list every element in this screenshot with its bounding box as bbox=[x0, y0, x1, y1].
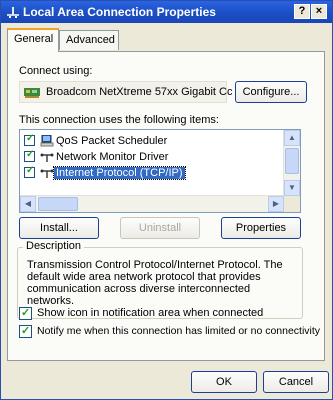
uninstall-label: Uninstall bbox=[138, 222, 182, 234]
configure-label: Configure... bbox=[242, 86, 300, 98]
vertical-scrollbar[interactable]: ▲ ▼ bbox=[283, 130, 300, 196]
title-bar[interactable]: Local Area Connection Properties ? × bbox=[1, 1, 332, 23]
connect-using-label: Connect using: bbox=[19, 65, 93, 77]
horizontal-scrollbar[interactable]: ◀ ▶ bbox=[20, 195, 284, 212]
tcpip-checkbox[interactable] bbox=[24, 165, 35, 178]
description-text: Transmission Control Protocol/Internet P… bbox=[27, 259, 283, 307]
adapter-field: Broadcom NetXtreme 57xx Gigabit Cc bbox=[19, 81, 232, 103]
description-label: Description bbox=[23, 240, 85, 252]
scroll-right-arrow-icon[interactable]: ▶ bbox=[268, 196, 284, 212]
protocol-icon bbox=[40, 169, 54, 178]
service-icon bbox=[40, 135, 54, 147]
qos-checkbox[interactable] bbox=[24, 133, 35, 146]
network-adapter-icon bbox=[24, 88, 40, 98]
window-title: Local Area Connection Properties bbox=[23, 5, 216, 19]
configure-button[interactable]: Configure... bbox=[235, 81, 307, 103]
list-item-qos[interactable]: QoS Packet Scheduler bbox=[24, 133, 288, 149]
list-item-network-monitor[interactable]: Network Monitor Driver bbox=[24, 149, 288, 165]
ok-label: OK bbox=[216, 376, 232, 388]
notify-label[interactable]: Notify me when this connection has limit… bbox=[37, 325, 320, 337]
cancel-label: Cancel bbox=[278, 376, 314, 388]
install-label: Install... bbox=[40, 222, 78, 234]
network-monitor-label: Network Monitor Driver bbox=[56, 151, 169, 163]
scroll-corner bbox=[284, 196, 300, 212]
tab-general[interactable]: General bbox=[7, 28, 59, 52]
network-monitor-checkbox[interactable] bbox=[24, 149, 35, 162]
close-button[interactable]: × bbox=[311, 4, 327, 19]
network-connection-icon bbox=[7, 7, 19, 18]
install-button[interactable]: Install... bbox=[19, 217, 99, 239]
scroll-up-arrow-icon[interactable]: ▲ bbox=[284, 130, 300, 146]
list-item-tcpip[interactable]: Internet Protocol (TCP/IP) bbox=[24, 165, 288, 181]
vertical-scroll-thumb[interactable] bbox=[285, 148, 299, 174]
items-label: This connection uses the following items… bbox=[19, 114, 219, 126]
properties-dialog: Local Area Connection Properties ? × Gen… bbox=[0, 0, 333, 400]
help-button[interactable]: ? bbox=[294, 4, 310, 19]
properties-button[interactable]: Properties bbox=[221, 217, 301, 239]
uninstall-button[interactable]: Uninstall bbox=[120, 217, 200, 239]
notify-checkbox[interactable] bbox=[19, 324, 32, 338]
tcpip-label: Internet Protocol (TCP/IP) bbox=[53, 166, 186, 180]
cancel-button[interactable]: Cancel bbox=[263, 371, 329, 393]
protocol-icon bbox=[40, 153, 54, 162]
adapter-name: Broadcom NetXtreme 57xx Gigabit Cc bbox=[46, 86, 233, 98]
horizontal-scroll-thumb[interactable] bbox=[38, 197, 78, 211]
show-icon-label[interactable]: Show icon in notification area when conn… bbox=[37, 307, 263, 319]
qos-label: QoS Packet Scheduler bbox=[56, 135, 168, 147]
ok-button[interactable]: OK bbox=[191, 371, 257, 393]
tab-advanced[interactable]: Advanced bbox=[59, 30, 119, 50]
scroll-left-arrow-icon[interactable]: ◀ bbox=[20, 196, 36, 212]
scroll-down-arrow-icon[interactable]: ▼ bbox=[284, 180, 300, 196]
properties-label: Properties bbox=[235, 222, 287, 234]
show-icon-checkbox[interactable] bbox=[19, 306, 32, 320]
components-list[interactable]: QoS Packet Scheduler Network Monitor Dri… bbox=[19, 129, 301, 213]
